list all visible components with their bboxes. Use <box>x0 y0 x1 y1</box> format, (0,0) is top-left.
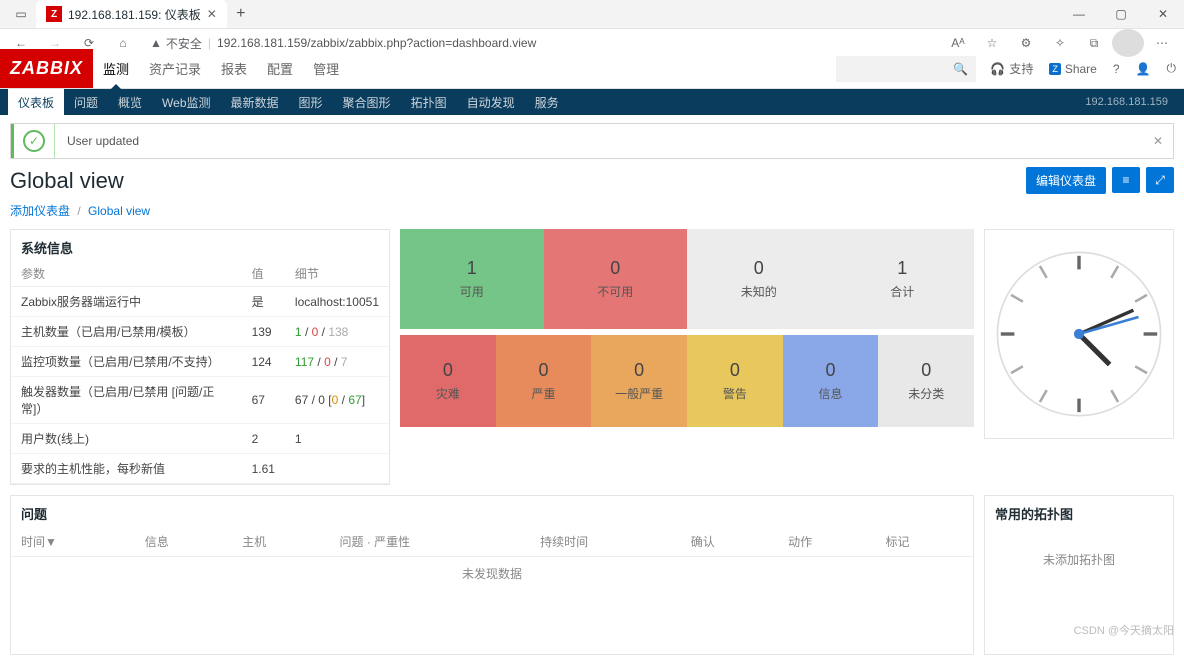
status-tile[interactable]: 1可用 <box>400 229 544 329</box>
severity-tile[interactable]: 0严重 <box>496 335 592 427</box>
power-icon[interactable]: ⏻ <box>1159 49 1184 88</box>
status-tile[interactable]: 1合计 <box>831 229 975 329</box>
forward-icon[interactable]: → <box>40 29 70 57</box>
search-input[interactable]: 🔍 <box>836 56 976 82</box>
help-icon[interactable]: ? <box>1105 49 1128 88</box>
status-tile[interactable]: 0未知的 <box>687 229 831 329</box>
window-controls: — ▢ ✕ <box>1058 0 1184 28</box>
problems-col[interactable]: 动作 <box>778 527 875 557</box>
browser-chrome: ▭ Z 192.168.181.159: 仪表板 ✕ + — ▢ ✕ ← → ⟳… <box>0 0 1184 49</box>
minimize-icon[interactable]: — <box>1058 0 1100 28</box>
server-ip: 192.168.181.159 <box>1085 96 1176 108</box>
subnav-web[interactable]: Web监测 <box>152 89 220 115</box>
subnav-discovery[interactable]: 自动发现 <box>457 89 525 115</box>
sysinfo-row: 用户数(线上) 2 1 <box>11 424 389 454</box>
maps-empty: 未添加拓扑图 <box>985 527 1173 592</box>
alert-icon-wrap: ✓ <box>11 124 55 158</box>
breadcrumb-add[interactable]: 添加仪表盘 <box>10 204 70 218</box>
status-tiles: 1可用0不可用0未知的1合计 0灾难0严重0一般严重0警告0信息0未分类 <box>400 229 974 485</box>
zabbix-header: ZABBIX 监测 资产记录 报表 配置 管理 🔍 🎧 支持 ZShare ? … <box>0 49 1184 89</box>
severity-tile[interactable]: 0警告 <box>687 335 783 427</box>
nav-inventory[interactable]: 资产记录 <box>139 49 211 88</box>
sysinfo-row: 监控项数量（已启用/已禁用/不支持） 124 117 / 0 / 7 <box>11 347 389 377</box>
new-tab-button[interactable]: + <box>227 5 255 23</box>
page-title-row: Global view 编辑仪表盘 ≡ ⤢ <box>10 167 1174 194</box>
severity-tile[interactable]: 0灾难 <box>400 335 496 427</box>
list-icon[interactable]: ≡ <box>1112 167 1140 193</box>
problems-col[interactable]: 问题 · 严重性 <box>330 527 531 557</box>
breadcrumb-current[interactable]: Global view <box>88 204 150 218</box>
sysinfo-row: Zabbix服务器端运行中 是 localhost:10051 <box>11 287 389 317</box>
edit-dashboard-button[interactable]: 编辑仪表盘 <box>1026 167 1106 194</box>
maximize-icon[interactable]: ▢ <box>1100 0 1142 28</box>
subnav-maps[interactable]: 拓扑图 <box>401 89 457 115</box>
problems-col[interactable]: 主机 <box>232 527 329 557</box>
support-link[interactable]: 🎧 支持 <box>982 49 1041 88</box>
top-nav: 监测 资产记录 报表 配置 管理 <box>93 49 349 88</box>
severity-tile[interactable]: 0一般严重 <box>591 335 687 427</box>
tab-title: 192.168.181.159: 仪表板 <box>68 6 201 23</box>
breadcrumb: 添加仪表盘 / Global view <box>10 202 1174 219</box>
search-icon: 🔍 <box>953 62 968 76</box>
share-link[interactable]: ZShare <box>1041 49 1105 88</box>
sysinfo-col-detail: 细节 <box>285 261 389 287</box>
sub-nav: 仪表板 问题 概览 Web监测 最新数据 图形 聚合图形 拓扑图 自动发现 服务… <box>0 89 1184 115</box>
severity-tile[interactable]: 0未分类 <box>878 335 974 427</box>
watermark: CSDN @今天摘太阳 <box>1074 622 1174 638</box>
problems-col[interactable]: 确认 <box>681 527 778 557</box>
subnav-overview[interactable]: 概览 <box>108 89 152 115</box>
content: ✓ User updated ✕ Global view 编辑仪表盘 ≡ ⤢ 添… <box>0 115 1184 663</box>
subnav-services[interactable]: 服务 <box>525 89 569 115</box>
alert-text: User updated <box>55 134 1143 148</box>
subnav-screens[interactable]: 聚合图形 <box>333 89 401 115</box>
sysinfo-col-value: 值 <box>242 261 285 287</box>
read-aloud-icon[interactable]: Aᴬ <box>942 29 974 57</box>
fullscreen-icon[interactable]: ⤢ <box>1146 167 1174 193</box>
sysinfo-row: 触发器数量（已启用/已禁用 [问题/正常]） 67 67 / 0 [0 / 67… <box>11 377 389 424</box>
alert-close-icon[interactable]: ✕ <box>1143 134 1173 148</box>
problems-col[interactable]: 信息 <box>135 527 232 557</box>
subnav-latest[interactable]: 最新数据 <box>221 89 289 115</box>
check-icon: ✓ <box>23 130 45 152</box>
problems-col[interactable]: 持续时间 <box>530 527 681 557</box>
url-text: 192.168.181.159/zabbix/zabbix.php?action… <box>217 36 536 50</box>
nav-reports[interactable]: 报表 <box>211 49 257 88</box>
problems-col[interactable]: 时间▼ <box>11 527 135 557</box>
tab-strip: ▭ Z 192.168.181.159: 仪表板 ✕ + — ▢ ✕ <box>0 0 1184 28</box>
problems-title: 问题 <box>11 496 973 527</box>
maps-title: 常用的拓扑图 <box>985 496 1173 527</box>
sysinfo-title: 系统信息 <box>11 230 389 261</box>
close-window-icon[interactable]: ✕ <box>1142 0 1184 28</box>
problems-widget: 问题 时间▼信息主机问题 · 严重性持续时间确认动作标记 未发现数据 <box>10 495 974 655</box>
nav-configuration[interactable]: 配置 <box>257 49 303 88</box>
tab-list-icon[interactable]: ▭ <box>6 0 36 28</box>
subnav-dashboard[interactable]: 仪表板 <box>8 89 64 115</box>
subnav-graphs[interactable]: 图形 <box>289 89 333 115</box>
user-icon[interactable]: 👤 <box>1128 49 1159 88</box>
nav-administration[interactable]: 管理 <box>303 49 349 88</box>
severity-tile[interactable]: 0信息 <box>783 335 879 427</box>
sysinfo-row: 要求的主机性能，每秒新值 1.61 <box>11 454 389 484</box>
problems-col[interactable]: 标记 <box>876 527 973 557</box>
alert-bar: ✓ User updated ✕ <box>10 123 1174 159</box>
browser-tab[interactable]: Z 192.168.181.159: 仪表板 ✕ <box>36 0 227 28</box>
sysinfo-row: 主机数量（已启用/已禁用/模板） 139 1 / 0 / 138 <box>11 317 389 347</box>
clock-widget <box>984 229 1174 439</box>
sysinfo-widget: 系统信息 参数 值 细节 Zabbix服务器端运行中 是 localhost:1… <box>10 229 390 485</box>
zabbix-favicon: Z <box>46 6 62 22</box>
nav-monitoring[interactable]: 监测 <box>93 49 139 88</box>
page-title: Global view <box>10 168 124 194</box>
close-icon[interactable]: ✕ <box>207 7 217 21</box>
problems-empty: 未发现数据 <box>11 557 973 591</box>
status-tile[interactable]: 0不可用 <box>544 229 688 329</box>
subnav-problems[interactable]: 问题 <box>64 89 108 115</box>
sysinfo-col-param: 参数 <box>11 261 242 287</box>
clock-icon <box>994 249 1164 419</box>
separator: | <box>208 36 211 50</box>
